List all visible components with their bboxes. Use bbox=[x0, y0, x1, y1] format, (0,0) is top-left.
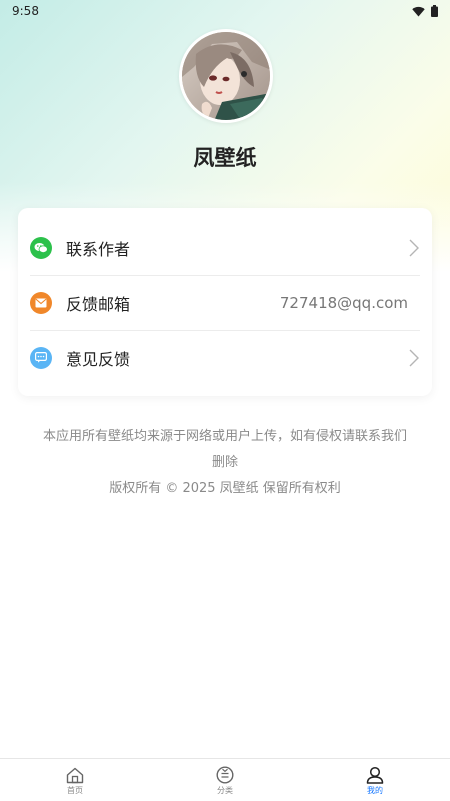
profile-icon bbox=[366, 766, 384, 784]
status-bar: 9:58 bbox=[0, 0, 450, 22]
menu-item-feedback[interactable]: 意见反馈 bbox=[30, 330, 420, 385]
app-name: 凤壁纸 bbox=[193, 146, 257, 170]
menu-item-label: 联系作者 bbox=[66, 239, 131, 259]
profile-screen: 9:58 凤壁纸 联系作者 反馈邮箱 727418@qq.com 意见反馈 本应… bbox=[0, 0, 450, 801]
email-value[interactable]: 727418@qq.com bbox=[280, 294, 408, 312]
menu-item-feedback-email[interactable]: 反馈邮箱 727418@qq.com bbox=[30, 275, 420, 330]
tab-profile[interactable]: 我的 bbox=[300, 759, 450, 801]
tab-label: 分类 bbox=[217, 786, 233, 795]
menu-item-contact-author[interactable]: 联系作者 bbox=[30, 220, 420, 275]
wifi-icon bbox=[412, 6, 425, 16]
chevron-right-icon bbox=[409, 239, 419, 256]
menu-card: 联系作者 反馈邮箱 727418@qq.com 意见反馈 bbox=[18, 208, 432, 396]
wechat-icon bbox=[30, 236, 52, 259]
tab-label: 我的 bbox=[367, 786, 383, 795]
disclaimer-line-2: 删除 bbox=[211, 455, 238, 470]
copyright-text: 版权所有 © 2025 凤壁纸 保留所有权利 bbox=[109, 481, 341, 496]
status-time: 9:58 bbox=[12, 4, 39, 18]
mail-icon bbox=[30, 291, 52, 314]
battery-icon bbox=[431, 5, 438, 17]
disclaimer-line-1: 本应用所有壁纸均来源于网络或用户上传，如有侵权请联系我们 bbox=[42, 429, 407, 444]
menu-item-label: 反馈邮箱 bbox=[66, 294, 131, 314]
tab-home[interactable]: 首页 bbox=[0, 759, 150, 801]
chevron-right-icon bbox=[409, 349, 419, 366]
tab-category[interactable]: 分类 bbox=[150, 759, 300, 801]
status-icons bbox=[412, 5, 438, 17]
feedback-icon bbox=[30, 346, 52, 369]
category-icon bbox=[216, 766, 234, 784]
tab-label: 首页 bbox=[67, 785, 83, 795]
menu-item-label: 意见反馈 bbox=[66, 349, 131, 369]
avatar[interactable] bbox=[179, 29, 273, 123]
bottom-tab-bar: 首页 分类 我的 bbox=[0, 758, 450, 801]
home-icon bbox=[66, 767, 84, 783]
